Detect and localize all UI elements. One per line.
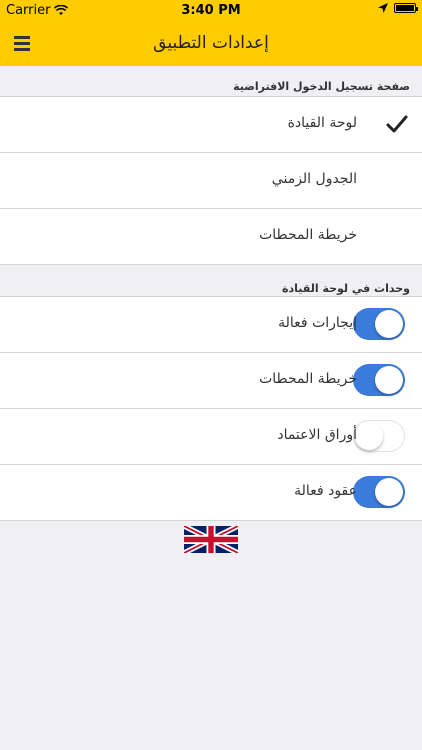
default-page-option-dashboard[interactable]: لوحة القيادة [0, 97, 422, 153]
stations-map-toggle[interactable] [353, 364, 405, 396]
default-page-option-stations-map[interactable]: خريطة المحطات [0, 209, 422, 264]
toggle-knob [375, 310, 403, 338]
dashboard-units-list: إيجارات فعالة خريطة المحطات أوراق الاعتم… [0, 296, 422, 521]
toggle-knob [375, 478, 403, 506]
option-label: لوحة القيادة [287, 115, 357, 131]
option-label: الجدول الزمني [271, 171, 357, 187]
status-right [378, 3, 418, 13]
credentials-toggle[interactable] [353, 420, 405, 452]
active-rentals-toggle[interactable] [353, 308, 405, 340]
default-page-header: صفحة تسجيل الدخول الافتراضية [233, 80, 410, 93]
status-bar: Carrier 3:40 PM [0, 0, 422, 22]
unit-label: إيجارات فعالة [278, 315, 357, 331]
status-time: 3:40 PM [181, 3, 241, 18]
unit-row-active-rentals: إيجارات فعالة [0, 297, 422, 353]
unit-label: خريطة المحطات [259, 371, 357, 387]
toggle-knob [375, 366, 403, 394]
active-contracts-toggle[interactable] [353, 476, 405, 508]
navigation-bar: إعدادات التطبيق [0, 22, 422, 66]
unit-label: عقود فعالة [294, 483, 357, 499]
uk-flag-icon[interactable] [184, 526, 238, 553]
dashboard-units-header: وحدات في لوحة القيادة [282, 282, 410, 295]
location-arrow-icon [378, 3, 388, 13]
checkmark-icon [386, 115, 408, 133]
page-title: إعدادات التطبيق [153, 33, 269, 53]
toggle-knob [355, 422, 383, 450]
battery-icon [394, 3, 418, 13]
default-page-option-timetable[interactable]: الجدول الزمني [0, 153, 422, 209]
unit-row-credentials: أوراق الاعتماد [0, 409, 422, 465]
default-page-list: لوحة القيادة الجدول الزمني خريطة المحطات [0, 96, 422, 265]
app-header: Carrier 3:40 PM إعدادات التطبيق [0, 0, 422, 66]
unit-label: أوراق الاعتماد [277, 427, 357, 443]
unit-row-stations-map: خريطة المحطات [0, 353, 422, 409]
unit-row-active-contracts: عقود فعالة [0, 465, 422, 520]
option-label: خريطة المحطات [259, 227, 357, 243]
